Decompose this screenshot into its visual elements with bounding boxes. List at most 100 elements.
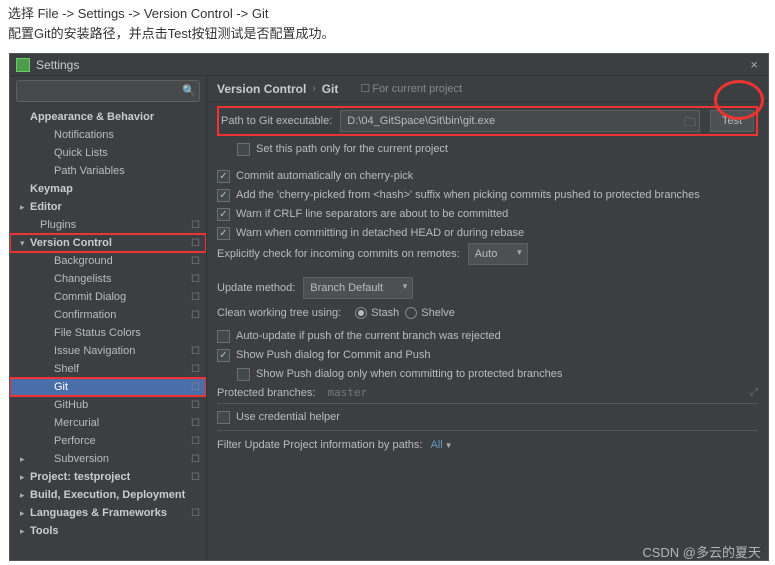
show-push-only-checkbox[interactable] [237, 368, 250, 381]
explicit-check-combo[interactable]: Auto [468, 243, 528, 265]
warn-crlf-checkbox[interactable] [217, 208, 230, 221]
sidebar-item-label: Issue Navigation [30, 345, 191, 357]
sidebar-item-build-execution-deployment[interactable]: ▸Build, Execution, Deployment [10, 486, 206, 504]
folder-icon[interactable]: 🗀 [684, 113, 696, 134]
watermark: CSDN @多云的夏天 [642, 542, 761, 561]
sidebar-item-plugins[interactable]: Plugins☐ [10, 216, 206, 234]
sidebar-item-issue-navigation[interactable]: Issue Navigation☐ [10, 342, 206, 360]
close-icon[interactable]: × [746, 57, 762, 72]
sidebar-item-quick-lists[interactable]: Quick Lists [10, 144, 206, 162]
sidebar-item-label: Tools [30, 525, 200, 537]
sidebar-item-label: GitHub [30, 399, 191, 411]
sidebar-item-changelists[interactable]: Changelists☐ [10, 270, 206, 288]
breadcrumb-git: Git [322, 82, 339, 96]
set-path-only-checkbox[interactable] [237, 143, 250, 156]
settings-window: Settings × 🔍 Appearance & Behavior Notifi… [9, 53, 769, 561]
shelve-radio[interactable] [405, 307, 417, 319]
auto-update-checkbox[interactable] [217, 330, 230, 343]
update-method-label: Update method: [217, 282, 295, 294]
chevron-icon: ▸ [20, 508, 30, 519]
titlebar: Settings × [10, 54, 768, 76]
gear-icon: ☐ [191, 292, 200, 303]
sidebar-item-perforce[interactable]: Perforce☐ [10, 432, 206, 450]
sidebar-item-version-control[interactable]: ▾Version Control☐ [10, 234, 206, 252]
gear-icon: ☐ [191, 346, 200, 357]
sidebar-item-label: Project: testproject [30, 471, 191, 483]
chevron-right-icon: › [312, 83, 315, 94]
sidebar-item-label: Commit Dialog [30, 291, 191, 303]
gear-icon: ☐ [191, 400, 200, 411]
chevron-down-icon: ▼ [445, 441, 453, 450]
sidebar-item-editor[interactable]: ▸Editor [10, 198, 206, 216]
sidebar: 🔍 Appearance & Behavior Notifications Quic… [10, 76, 207, 560]
breadcrumb-version-control[interactable]: Version Control [217, 82, 306, 96]
sidebar-item-file-status-colors[interactable]: File Status Colors [10, 324, 206, 342]
set-path-only-label: Set this path only for the current proje… [256, 143, 448, 155]
path-label: Path to Git executable: [221, 115, 332, 127]
add-cherry-checkbox[interactable] [217, 189, 230, 202]
instruction-line-2: 配置Git的安装路径，并点击Test按钮测试是否配置成功。 [8, 24, 767, 44]
sidebar-item-notifications[interactable]: Notifications [10, 126, 206, 144]
gear-icon: ☐ [191, 310, 200, 321]
sidebar-item-appearance-behavior[interactable]: Appearance & Behavior [10, 108, 206, 126]
sidebar-item-label: Subversion [30, 453, 191, 465]
window-title: Settings [36, 58, 746, 72]
search-input[interactable] [16, 80, 200, 102]
show-push-only-label: Show Push dialog only when committing to… [256, 368, 562, 380]
gear-icon: ☐ [191, 364, 200, 375]
protected-branches-input[interactable]: master [323, 386, 750, 399]
gear-icon: ☐ [191, 220, 200, 231]
sidebar-item-confirmation[interactable]: Confirmation☐ [10, 306, 206, 324]
filter-value-link[interactable]: All [430, 439, 442, 451]
gear-icon: ☐ [191, 454, 200, 465]
git-path-input[interactable] [340, 110, 700, 132]
warn-detached-label: Warn when committing in detached HEAD or… [236, 227, 524, 239]
warn-detached-checkbox[interactable] [217, 227, 230, 240]
stash-label: Stash [371, 307, 399, 319]
sidebar-item-label: Path Variables [30, 165, 200, 177]
warn-crlf-label: Warn if CRLF line separators are about t… [236, 208, 508, 220]
sidebar-item-label: Version Control [30, 237, 191, 249]
stash-radio[interactable] [355, 307, 367, 319]
gear-icon: ☐ [191, 382, 200, 393]
filter-label: Filter Update Project information by pat… [217, 439, 422, 451]
sidebar-item-label: Notifications [30, 129, 200, 141]
sidebar-item-label: Shelf [30, 363, 191, 375]
sidebar-item-languages-frameworks[interactable]: ▸Languages & Frameworks☐ [10, 504, 206, 522]
sidebar-item-path-variables[interactable]: Path Variables [10, 162, 206, 180]
gear-icon: ☐ [191, 274, 200, 285]
sidebar-item-tools[interactable]: ▸Tools [10, 522, 206, 540]
sidebar-item-label: Mercurial [30, 417, 191, 429]
commit-auto-checkbox[interactable] [217, 170, 230, 183]
expand-icon[interactable]: ⤢ [750, 387, 758, 398]
protected-label: Protected branches: [217, 387, 315, 399]
search-icon: 🔍 [182, 84, 196, 97]
sidebar-item-label: Plugins [30, 219, 191, 231]
path-to-git-row: Path to Git executable: 🗀 Test [217, 106, 758, 136]
sidebar-item-label: Languages & Frameworks [30, 507, 191, 519]
sidebar-item-subversion[interactable]: ▸Subversion☐ [10, 450, 206, 468]
scope-label: For current project [372, 83, 462, 95]
sidebar-item-label: File Status Colors [30, 327, 200, 339]
scope-icon: ☐ [360, 83, 370, 95]
gear-icon: ☐ [191, 418, 200, 429]
sidebar-item-label: Editor [30, 201, 200, 213]
sidebar-item-label: Git [30, 381, 191, 393]
sidebar-item-project-testproject[interactable]: ▸Project: testproject☐ [10, 468, 206, 486]
sidebar-item-commit-dialog[interactable]: Commit Dialog☐ [10, 288, 206, 306]
explicit-check-label: Explicitly check for incoming commits on… [217, 248, 460, 260]
test-button[interactable]: Test [710, 110, 754, 132]
update-method-combo[interactable]: Branch Default [303, 277, 413, 299]
sidebar-item-github[interactable]: GitHub☐ [10, 396, 206, 414]
sidebar-item-keymap[interactable]: Keymap [10, 180, 206, 198]
show-push-checkbox[interactable] [217, 349, 230, 362]
chevron-icon: ▸ [20, 454, 30, 465]
sidebar-item-background[interactable]: Background☐ [10, 252, 206, 270]
sidebar-item-mercurial[interactable]: Mercurial☐ [10, 414, 206, 432]
chevron-icon: ▸ [20, 472, 30, 483]
sidebar-item-shelf[interactable]: Shelf☐ [10, 360, 206, 378]
sidebar-item-git[interactable]: Git☐ [10, 378, 206, 396]
sidebar-item-label: Build, Execution, Deployment [30, 489, 200, 501]
sidebar-item-label: Changelists [30, 273, 191, 285]
cred-helper-checkbox[interactable] [217, 411, 230, 424]
